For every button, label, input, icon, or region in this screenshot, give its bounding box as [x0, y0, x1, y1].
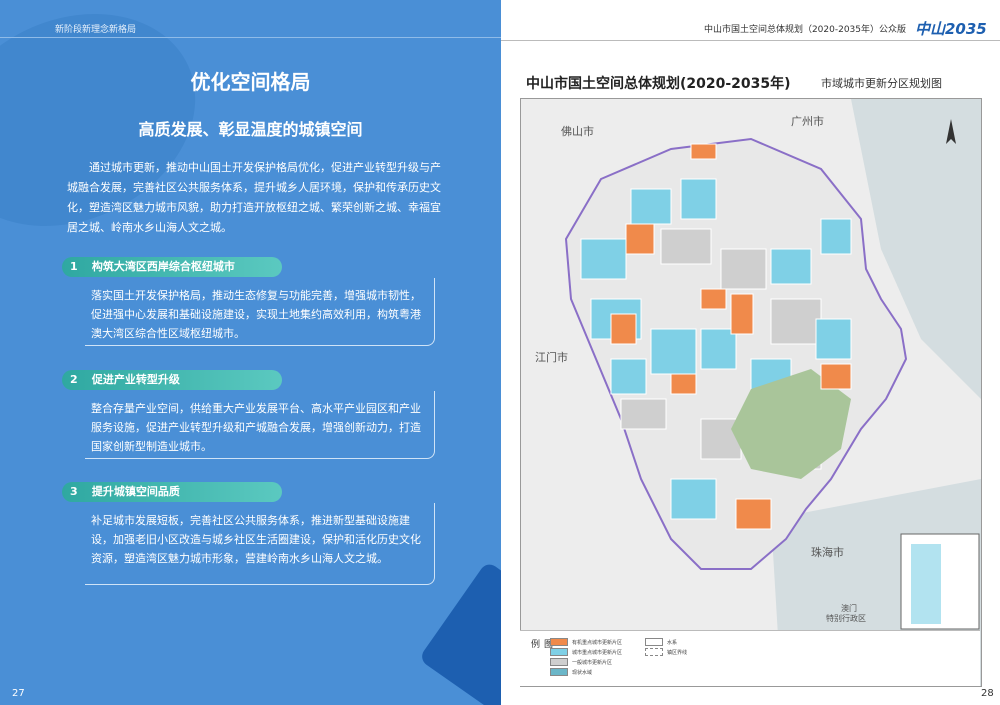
legend-item: 镇区界线 — [645, 648, 687, 656]
right-page: 中山市国土空间总体规划（2020-2035年）公众版 中山2035 中山市国土空… — [501, 0, 1000, 705]
zhongshan-2035-logo: 中山2035 — [915, 20, 987, 38]
legend-item: 一般城市更新片区 — [550, 658, 612, 666]
item-3-text: 补足城市发展短板，完善社区公共服务体系，推进新型基础设施建设，加强老旧小区改造与… — [85, 503, 435, 585]
running-header: 新阶段新理念新格局 — [55, 25, 137, 35]
legend-label: 城市重点城市更新片区 — [572, 649, 623, 656]
section-title: 优化空间格局 — [190, 70, 311, 94]
item-title: 促进产业转型升级 — [91, 373, 180, 386]
legend-swatch — [645, 638, 663, 646]
header-divider — [0, 37, 501, 38]
legend-swatch — [550, 658, 568, 666]
page-number: 28 — [981, 688, 994, 699]
legend-label: 水系 — [667, 639, 678, 646]
page-number: 27 — [12, 688, 25, 699]
legend-swatch — [550, 668, 568, 676]
map-legend: 图例 有机重点城市更新片区 城市重点城市更新片区 一般城市更新片区 现状水域 水… — [520, 630, 980, 686]
legend-swatch — [550, 648, 568, 656]
city-label-guangzhou: 广州市 — [791, 115, 824, 128]
intro-paragraph: 通过城市更新，推动中山国土开发保护格局优化，促进产业转型升级与产城融合发展，完善… — [67, 161, 441, 234]
left-page: 新阶段新理念新格局 优化空间格局 高质发展、彰显温度的城镇空间 通过城市更新，推… — [0, 0, 501, 705]
legend-label: 有机重点城市更新片区 — [572, 639, 623, 646]
legend-item: 水系 — [645, 638, 677, 646]
item-number: 1 — [70, 260, 78, 273]
map-title: 中山市国土空间总体规划(2020-2035年) — [526, 76, 791, 92]
city-label-macau-sar: 特别行政区 — [826, 614, 866, 623]
item-2-text: 整合存量产业空间，供给重大产业发展平台、高水平产业园区和产业服务设施，促进产业转… — [85, 391, 435, 459]
city-label-jiangmen: 江门市 — [535, 351, 568, 364]
item-1-text: 落实国土开发保护格局，推动生态修复与功能完善，增强城市韧性，促进强中心发展和基础… — [85, 278, 435, 346]
header-divider — [501, 40, 1000, 41]
city-label-foshan: 佛山市 — [561, 125, 594, 138]
map-subtitle: 市域城市更新分区规划图 — [821, 77, 942, 90]
legend-swatch — [550, 638, 568, 646]
item-2-title-tag: 2 促进产业转型升级 — [62, 370, 282, 390]
item-title: 提升城镇空间品质 — [91, 485, 180, 498]
urban-renewal-map: 佛山市 广州市 江门市 珠海市 澳门 特别行政区 — [520, 98, 982, 687]
legend-label: 现状水域 — [572, 669, 593, 676]
legend-label: 镇区界线 — [667, 649, 688, 656]
legend-label: 一般城市更新片区 — [572, 659, 613, 666]
legend-item: 现状水域 — [550, 668, 592, 676]
subtitle: 高质发展、彰显温度的城镇空间 — [138, 120, 363, 139]
map-graphic — [564, 99, 981, 686]
legend-item: 有机重点城市更新片区 — [550, 638, 622, 646]
city-label-zhuhai: 珠海市 — [811, 546, 844, 559]
item-3-title-tag: 3 提升城镇空间品质 — [62, 482, 282, 502]
item-1-title-tag: 1 构筑大湾区西岸综合枢纽城市 — [62, 257, 282, 277]
item-title: 构筑大湾区西岸综合枢纽城市 — [91, 260, 235, 273]
running-header: 中山市国土空间总体规划（2020-2035年）公众版 — [703, 25, 906, 35]
legend-item: 城市重点城市更新片区 — [550, 648, 622, 656]
item-number: 3 — [70, 485, 78, 498]
legend-swatch — [645, 648, 663, 656]
item-number: 2 — [70, 373, 78, 386]
